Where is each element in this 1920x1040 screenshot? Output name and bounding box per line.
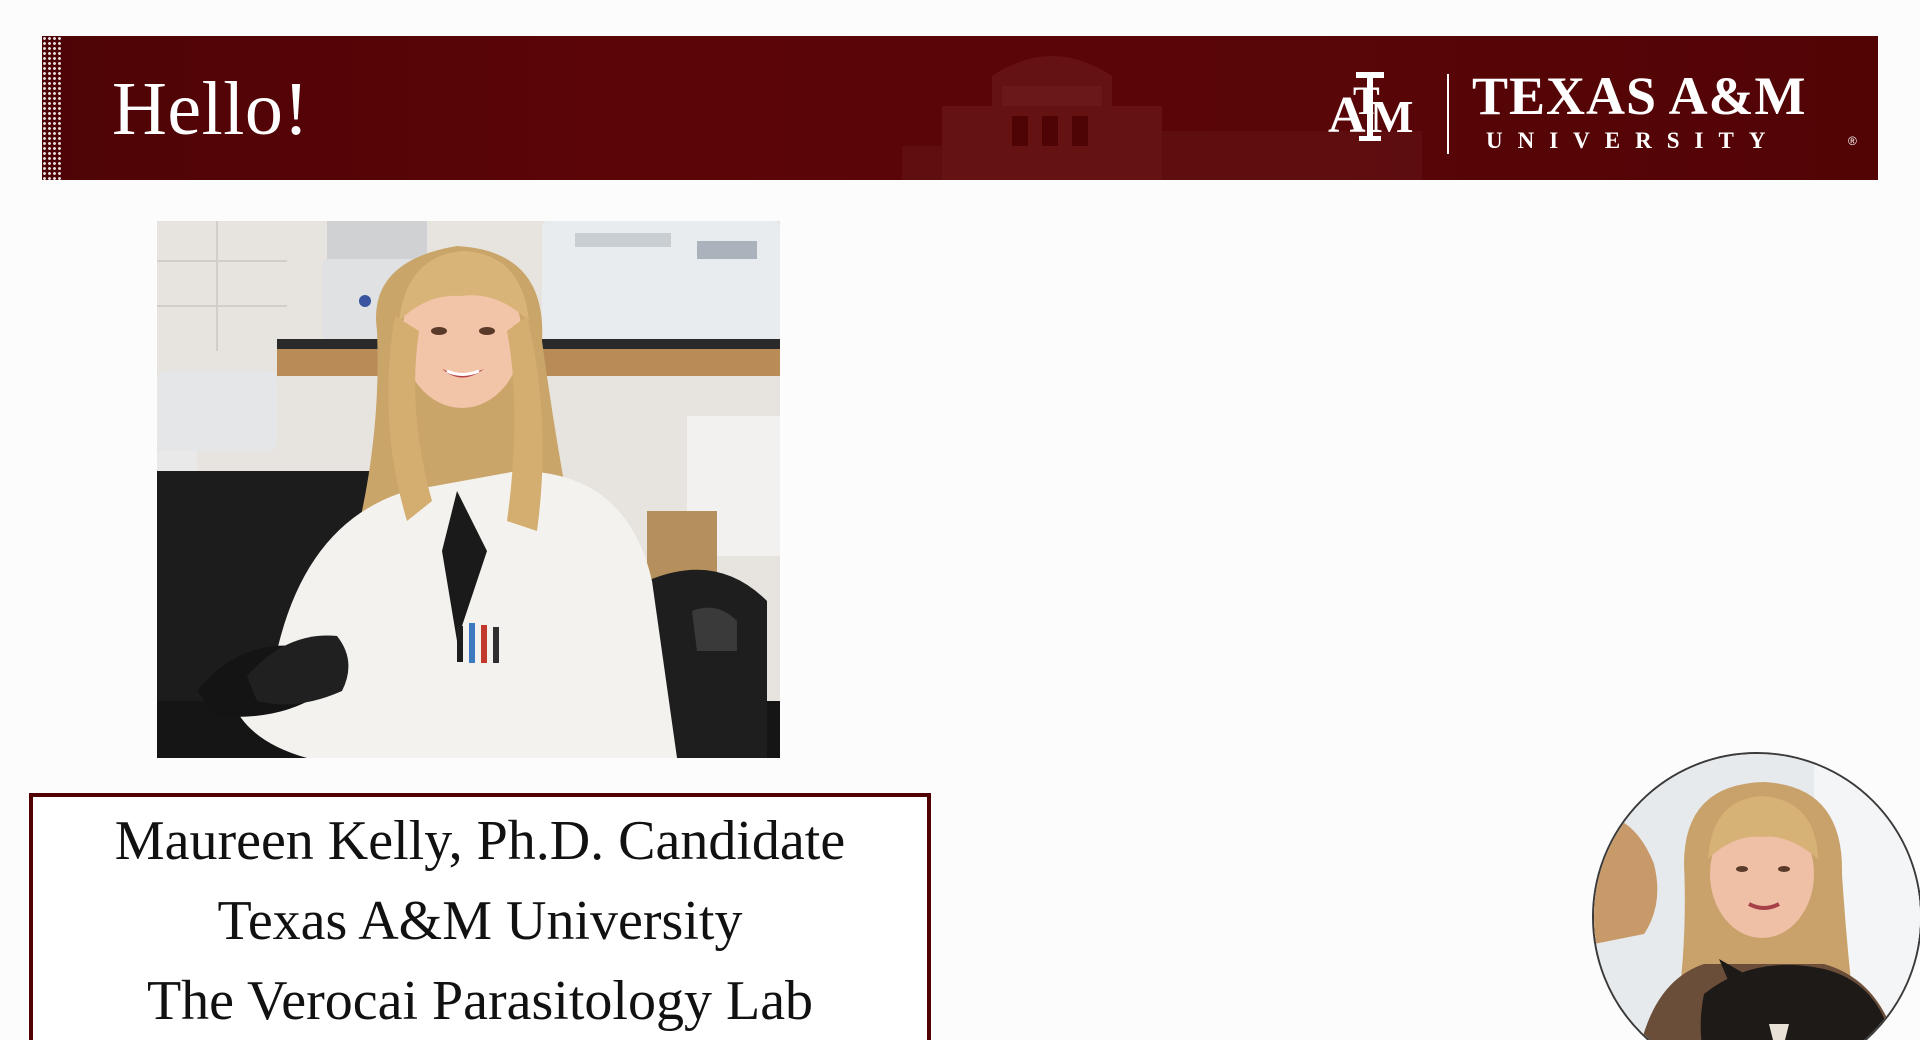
- logo-registered-mark: ®: [1848, 134, 1857, 148]
- svg-text:M: M: [1370, 91, 1413, 142]
- name-card: Maureen Kelly, Ph.D. Candidate Texas A&M…: [29, 793, 931, 1040]
- banner-dot-pattern: [42, 36, 62, 180]
- webcam-bubble[interactable]: [1592, 752, 1920, 1040]
- header-banner: Hello! A T M TEXAS A&M UNIVERSITY ®: [42, 36, 1878, 180]
- presenter-university: Texas A&M University: [217, 890, 743, 952]
- presentation-slide: Hello! A T M TEXAS A&M UNIVERSITY ® Maur…: [0, 0, 1920, 1040]
- logo-university-subtitle: UNIVERSITY: [1486, 128, 1781, 153]
- presenter-lab: The Verocai Parasitology Lab: [146, 970, 814, 1032]
- webcam-feed-icon: [1594, 754, 1920, 1040]
- atm-logo-icon: A T M: [1328, 72, 1413, 144]
- portrait-photo: [157, 221, 780, 758]
- slide-title: Hello!: [112, 67, 310, 151]
- portrait-illustration: [157, 221, 780, 758]
- logo-university-name: TEXAS A&M: [1472, 66, 1807, 126]
- presenter-name: Maureen Kelly, Ph.D. Candidate: [114, 810, 846, 872]
- logo-divider: [1447, 74, 1449, 154]
